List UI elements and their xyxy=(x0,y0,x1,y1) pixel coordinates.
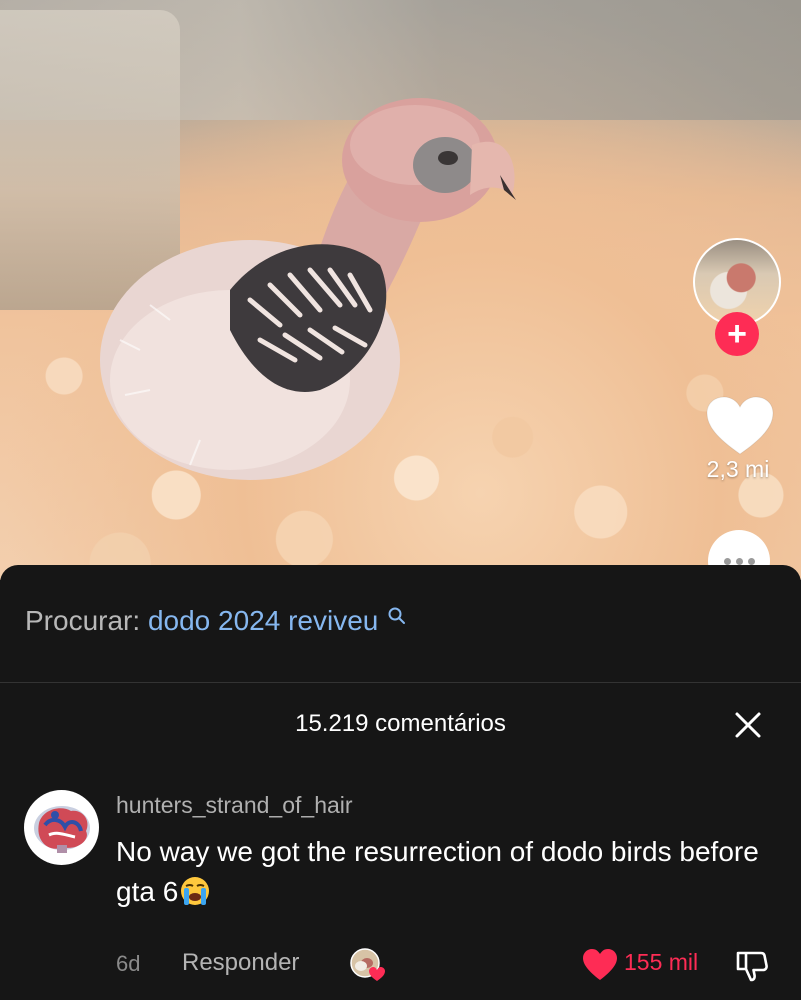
search-prefix: Procurar: xyxy=(25,605,141,636)
close-icon[interactable] xyxy=(732,709,764,741)
comment-body: No way we got the resurrection of dodo b… xyxy=(116,836,759,907)
search-term-link[interactable]: dodo 2024 reviveu xyxy=(148,605,378,636)
comment-age: 6d xyxy=(116,951,141,976)
creator-avatar-button[interactable]: + xyxy=(693,238,785,356)
divider xyxy=(0,682,801,683)
comment-username[interactable]: hunters_strand_of_hair xyxy=(116,792,353,819)
comment-like-heart-icon[interactable] xyxy=(582,948,618,982)
video-like-count: 2,3 mi xyxy=(706,456,770,482)
comments-sheet: Procurar: dodo 2024 reviveu 15.219 comen… xyxy=(0,565,801,1000)
reply-button[interactable]: Responder xyxy=(182,949,299,977)
comments-count-title: 15.219 comentários xyxy=(295,710,506,737)
bird-chick-image xyxy=(100,98,516,480)
creator-liked-avatar-icon xyxy=(350,948,385,981)
comment-like-count: 155 mil xyxy=(624,949,699,975)
commenter-avatar[interactable] xyxy=(24,790,99,865)
search-icon xyxy=(388,607,406,624)
comment-text: No way we got the resurrection of dodo b… xyxy=(116,832,786,912)
dislike-icon[interactable] xyxy=(734,947,770,983)
follow-plus-icon[interactable]: + xyxy=(715,312,759,356)
brain-avatar-image xyxy=(33,805,90,853)
comment-item: hunters_strand_of_hair No way we got the… xyxy=(0,785,801,985)
video-player[interactable]: + 2,3 mi xyxy=(0,0,801,580)
comment-meta: 6d Responder 155 mil xyxy=(116,948,776,983)
loudly-crying-face-icon xyxy=(181,877,210,905)
heart-icon[interactable] xyxy=(705,396,775,456)
search-suggestion[interactable]: Procurar: dodo 2024 reviveu xyxy=(25,605,406,637)
